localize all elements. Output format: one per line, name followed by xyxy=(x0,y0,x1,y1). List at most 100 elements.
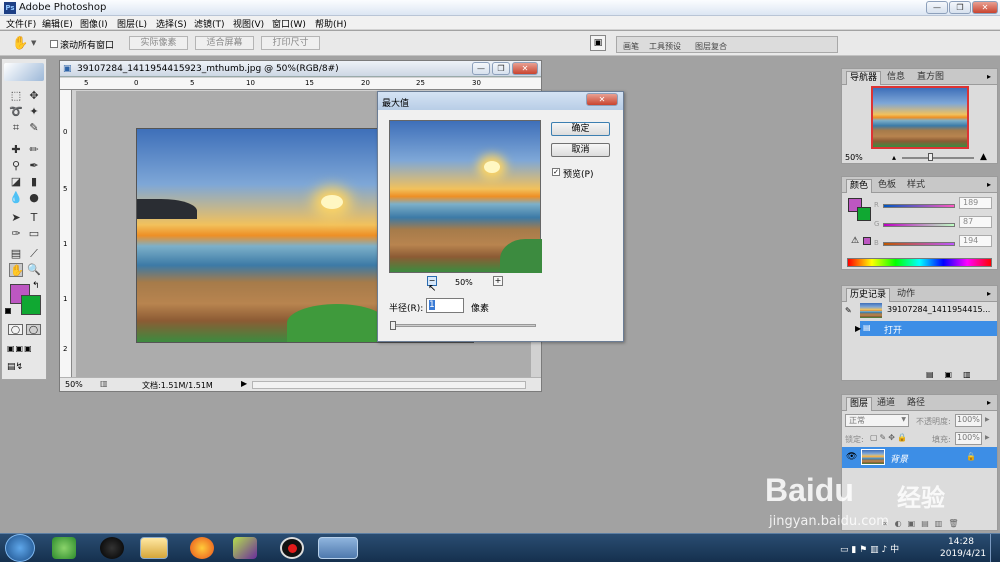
menu-view[interactable]: 视图(V) xyxy=(233,17,264,30)
brush-tool-icon[interactable]: ✏ xyxy=(27,143,41,157)
fill-input[interactable]: 100% xyxy=(955,432,982,445)
eraser-tool-icon[interactable]: ◪ xyxy=(9,175,23,189)
close-button[interactable]: ✕ xyxy=(972,1,998,14)
pen-tool-icon[interactable]: ✑ xyxy=(9,227,23,241)
lasso-tool-icon[interactable]: ➰ xyxy=(9,105,23,119)
dialog-close-button[interactable]: ✕ xyxy=(586,93,618,106)
clock-date[interactable]: 2019/4/21 xyxy=(940,549,986,559)
channel-g-slider[interactable] xyxy=(883,223,955,227)
gamut-color-chip[interactable] xyxy=(863,237,871,245)
doc-zoom-level[interactable]: 50% xyxy=(65,380,83,389)
menu-select[interactable]: 选择(S) xyxy=(156,17,187,30)
preview-checkbox[interactable]: ✓ xyxy=(552,168,560,176)
file-browser-icon[interactable]: ▣ xyxy=(590,35,606,51)
well-tab-layer-comps[interactable]: 图层复合 xyxy=(695,41,727,52)
blur-tool-icon[interactable]: 💧 xyxy=(9,191,23,205)
jump-to-imageready-icon[interactable]: ▤↯ xyxy=(7,362,43,374)
tab-actions[interactable]: 动作 xyxy=(894,288,918,302)
color-bg-swatch[interactable] xyxy=(857,207,871,221)
tab-swatches[interactable]: 色板 xyxy=(875,179,899,193)
color-panel-menu-icon[interactable]: ▸ xyxy=(987,180,991,189)
menu-edit[interactable]: 编辑(E) xyxy=(42,17,73,30)
cancel-button[interactable]: 取消 xyxy=(551,143,610,157)
history-snapshot-thumbnail[interactable] xyxy=(860,303,882,318)
menu-filter[interactable]: 滤镜(T) xyxy=(194,17,225,30)
navigator-zoom[interactable]: 50% xyxy=(845,153,863,162)
navigator-thumbnail[interactable] xyxy=(871,86,969,149)
zoom-in-small-icon[interactable]: ▲ xyxy=(980,152,987,162)
history-panel-menu-icon[interactable]: ▸ xyxy=(987,289,991,298)
standard-mode-icon[interactable]: ◯ xyxy=(8,324,23,335)
menu-image[interactable]: 图像(I) xyxy=(80,17,108,30)
photoshop-taskbar-icon[interactable] xyxy=(318,537,358,559)
panel-menu-icon[interactable]: ▸ xyxy=(987,72,991,81)
history-item-open[interactable]: ▤ 打开 xyxy=(860,321,997,336)
gradient-tool-icon[interactable]: ▮ xyxy=(27,175,41,189)
layer-visibility-eye-icon[interactable]: 👁 xyxy=(846,452,857,462)
360-browser-icon[interactable] xyxy=(52,537,76,559)
clone-stamp-icon[interactable]: ⚲ xyxy=(9,159,23,173)
channel-r-slider[interactable] xyxy=(883,204,955,208)
radius-slider-thumb[interactable] xyxy=(390,321,396,330)
layer-row-background[interactable]: 👁 背景 🔒 xyxy=(842,447,997,468)
menu-file[interactable]: 文件(F) xyxy=(6,17,36,30)
history-brush-source-icon[interactable]: ✎ xyxy=(845,306,852,315)
channel-b-slider[interactable] xyxy=(883,242,955,246)
firefox-icon[interactable] xyxy=(190,537,214,559)
background-color-swatch[interactable] xyxy=(21,295,41,315)
crop-tool-icon[interactable]: ⌗ xyxy=(9,121,23,135)
record-app-icon[interactable] xyxy=(280,537,304,559)
radius-slider-track[interactable] xyxy=(390,324,536,327)
filter-preview-image[interactable] xyxy=(389,120,542,273)
tab-histogram[interactable]: 直方图 xyxy=(914,71,947,85)
hand-tool-icon[interactable]: ✋ xyxy=(12,36,28,51)
ok-button[interactable]: 确定 xyxy=(551,122,610,136)
zoom-out-small-icon[interactable]: ▴ xyxy=(892,153,896,162)
layers-panel-menu-icon[interactable]: ▸ xyxy=(987,398,991,407)
menu-help[interactable]: 帮助(H) xyxy=(315,17,347,30)
doc-minimize-button[interactable]: — xyxy=(472,62,490,75)
out-of-gamut-warning-icon[interactable]: ⚠ xyxy=(851,236,859,246)
history-footer-icons[interactable]: ▤▣▥ xyxy=(926,370,982,379)
tool-preset-dropdown-icon[interactable]: ▼ xyxy=(31,39,36,47)
blend-mode-select[interactable]: 正常 ▼ xyxy=(845,414,909,427)
start-button[interactable] xyxy=(5,534,35,562)
swap-colors-icon[interactable]: ↰ xyxy=(32,281,40,291)
navigator-zoom-thumb[interactable] xyxy=(928,153,933,161)
minimize-button[interactable]: — xyxy=(926,1,948,14)
iqiyi-icon[interactable] xyxy=(233,537,257,559)
doc-status-icon[interactable]: ▥ xyxy=(100,379,108,388)
shape-tool-icon[interactable]: ▭ xyxy=(27,227,41,241)
slice-tool-icon[interactable]: ✎ xyxy=(27,121,41,135)
horizontal-scrollbar[interactable] xyxy=(252,381,526,389)
tab-paths[interactable]: 路径 xyxy=(904,397,928,411)
tab-history[interactable]: 历史记录 xyxy=(846,288,891,302)
history-brush-icon[interactable]: ✒ xyxy=(27,159,41,173)
opacity-dropdown-icon[interactable]: ▶ xyxy=(985,416,990,423)
path-select-icon[interactable]: ➤ xyxy=(9,211,23,225)
feather-logo-icon[interactable] xyxy=(4,63,44,81)
healing-brush-icon[interactable]: ✚ xyxy=(9,143,23,157)
color-ramp[interactable] xyxy=(847,258,992,267)
qq-icon[interactable] xyxy=(100,537,124,559)
tab-color[interactable]: 颜色 xyxy=(846,179,873,193)
default-colors-icon[interactable] xyxy=(5,308,11,314)
clock-time[interactable]: 14:28 xyxy=(948,537,974,547)
channel-b-value[interactable]: 194 xyxy=(959,235,992,247)
tab-layers[interactable]: 图层 xyxy=(846,397,873,411)
menu-window[interactable]: 窗口(W) xyxy=(272,17,306,30)
doc-maximize-button[interactable]: ❐ xyxy=(492,62,510,75)
move-tool-icon[interactable]: ✥ xyxy=(27,89,41,103)
tab-info[interactable]: 信息 xyxy=(884,71,908,85)
well-tab-tool-presets[interactable]: 工具预设 xyxy=(649,41,681,52)
layers-footer-icons[interactable]: ∞◐▣▤▥🗑 xyxy=(882,519,964,528)
fit-screen-button[interactable]: 适合屏幕 xyxy=(195,36,254,50)
marquee-tool-icon[interactable]: ⬚ xyxy=(9,89,23,103)
tab-navigator[interactable]: 导航器 xyxy=(846,71,882,85)
tab-channels[interactable]: 通道 xyxy=(874,397,898,411)
tray-icons[interactable]: ▭ ▮ ⚑ ▥ ♪ 中 xyxy=(840,542,899,555)
quick-mask-icon[interactable]: ◯ xyxy=(26,324,41,335)
notes-tool-icon[interactable]: ▤ xyxy=(9,247,23,261)
type-tool-icon[interactable]: T xyxy=(27,211,41,225)
file-explorer-icon[interactable] xyxy=(140,537,168,559)
